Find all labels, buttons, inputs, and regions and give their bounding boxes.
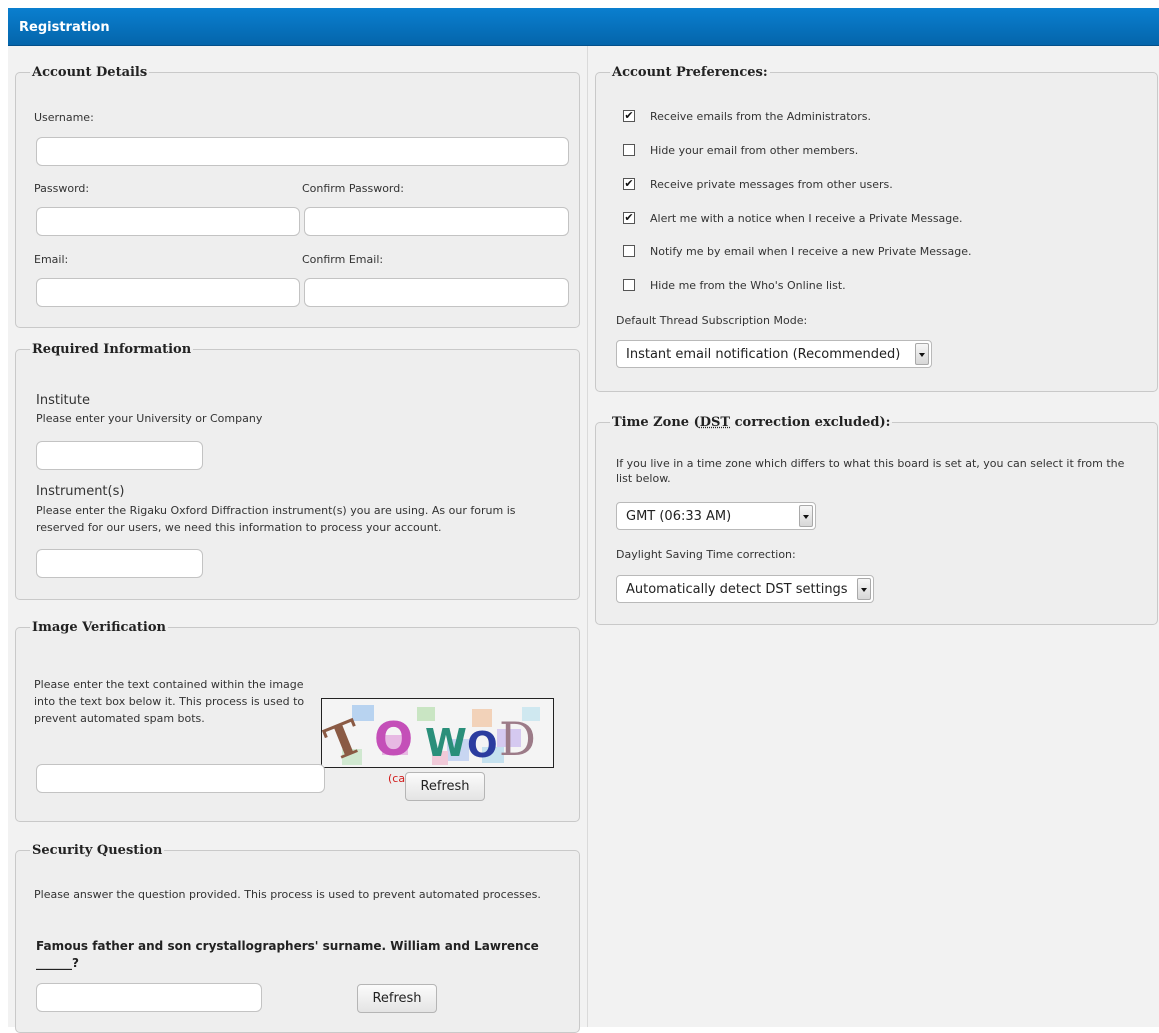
account-details-legend: Account Details: [32, 65, 148, 80]
captcha-refresh-button[interactable]: Refresh: [405, 772, 485, 801]
chevron-down-icon: [857, 578, 871, 600]
captcha-graphic: T O W O D: [322, 705, 540, 767]
subscription-mode-value: Instant email notification (Recommended): [626, 347, 901, 362]
subscription-mode-select[interactable]: Instant email notification (Recommended): [616, 340, 932, 368]
title-bar: Registration: [8, 8, 1159, 46]
required-information-legend: Required Information: [32, 342, 192, 357]
pref-checkbox-admin-emails[interactable]: ✔: [623, 110, 635, 122]
registration-window: Registration Account Details Username: P…: [8, 8, 1159, 1033]
email-input[interactable]: [36, 278, 300, 307]
pref-checkbox-hide-online[interactable]: [623, 279, 635, 291]
pref-checkbox-pm-email[interactable]: [623, 245, 635, 257]
security-help: Please answer the question provided. Thi…: [34, 888, 541, 901]
confirm-email-input[interactable]: [304, 278, 569, 307]
confirm-password-input[interactable]: [304, 207, 569, 236]
pref-label-admin-emails: Receive emails from the Administrators.: [650, 110, 871, 123]
captcha-help-line2: into the text box below it. This process…: [34, 695, 305, 708]
time-zone-legend: Time Zone (DST correction excluded):: [610, 415, 892, 430]
time-zone-help-line2: list below.: [616, 472, 671, 485]
svg-text:O: O: [467, 725, 498, 766]
instrument-title: Instrument(s): [36, 484, 125, 499]
pref-checkbox-hide-email[interactable]: [623, 144, 635, 156]
dst-label: Daylight Saving Time correction:: [616, 548, 796, 561]
security-answer-input[interactable]: [36, 983, 262, 1012]
instrument-help-line1: Please enter the Rigaku Oxford Diffracti…: [36, 504, 516, 517]
email-label: Email:: [34, 253, 69, 266]
pref-label-hide-email: Hide your email from other members.: [650, 144, 859, 157]
security-question-legend: Security Question: [32, 843, 163, 858]
username-input[interactable]: [36, 137, 569, 166]
institute-title: Institute: [36, 393, 90, 408]
captcha-input[interactable]: [36, 764, 325, 793]
pref-checkbox-private-messages[interactable]: ✔: [623, 178, 635, 190]
time-zone-legend-prefix: Time Zone (: [612, 415, 700, 430]
time-zone-select[interactable]: GMT (06:33 AM): [616, 502, 816, 530]
window-title: Registration: [19, 20, 110, 35]
captcha-help-line3: prevent automated spam bots.: [34, 712, 205, 725]
time-zone-help-line1: If you live in a time zone which differs…: [616, 457, 1125, 470]
pref-label-pm-alert: Alert me with a notice when I receive a …: [650, 212, 963, 225]
password-label: Password:: [34, 182, 90, 195]
chevron-down-icon: [799, 505, 813, 527]
captcha-help-line1: Please enter the text contained within t…: [34, 678, 304, 691]
pref-label-hide-online: Hide me from the Who's Online list.: [650, 279, 846, 292]
image-verification-legend: Image Verification: [32, 620, 166, 635]
subscription-mode-label: Default Thread Subscription Mode:: [616, 314, 808, 327]
chevron-down-icon: [915, 343, 929, 365]
svg-text:W: W: [425, 721, 467, 765]
pref-checkbox-pm-alert[interactable]: ✔: [623, 212, 635, 224]
security-refresh-button[interactable]: Refresh: [357, 984, 437, 1013]
account-preferences-legend: Account Preferences:: [612, 65, 768, 80]
institute-help: Please enter your University or Company: [36, 412, 263, 425]
pref-label-private-messages: Receive private messages from other user…: [650, 178, 893, 191]
instrument-help-line2: reserved for our users, we need this inf…: [36, 521, 442, 534]
captcha-image: T O W O D TOWOD: [321, 698, 554, 768]
time-zone-legend-suffix: correction excluded):: [730, 415, 891, 430]
security-question-line1: Famous father and son crystallographers'…: [36, 939, 539, 953]
dst-select[interactable]: Automatically detect DST settings: [616, 575, 874, 603]
time-zone-legend-abbr: DST: [699, 415, 731, 430]
svg-text:D: D: [499, 712, 536, 766]
password-input[interactable]: [36, 207, 300, 236]
time-zone-value: GMT (06:33 AM): [626, 509, 732, 524]
instrument-input[interactable]: [36, 549, 203, 578]
form-content: Account Details Username: Password: Conf…: [8, 46, 1159, 1033]
pref-label-pm-email: Notify me by email when I receive a new …: [650, 245, 972, 258]
confirm-password-label: Confirm Password:: [302, 182, 404, 195]
institute-input[interactable]: [36, 441, 203, 470]
security-question-line2: ______?: [36, 956, 79, 970]
svg-text:O: O: [374, 712, 413, 766]
confirm-email-label: Confirm Email:: [302, 253, 384, 266]
username-label: Username:: [34, 111, 94, 124]
dst-value: Automatically detect DST settings: [626, 582, 848, 597]
